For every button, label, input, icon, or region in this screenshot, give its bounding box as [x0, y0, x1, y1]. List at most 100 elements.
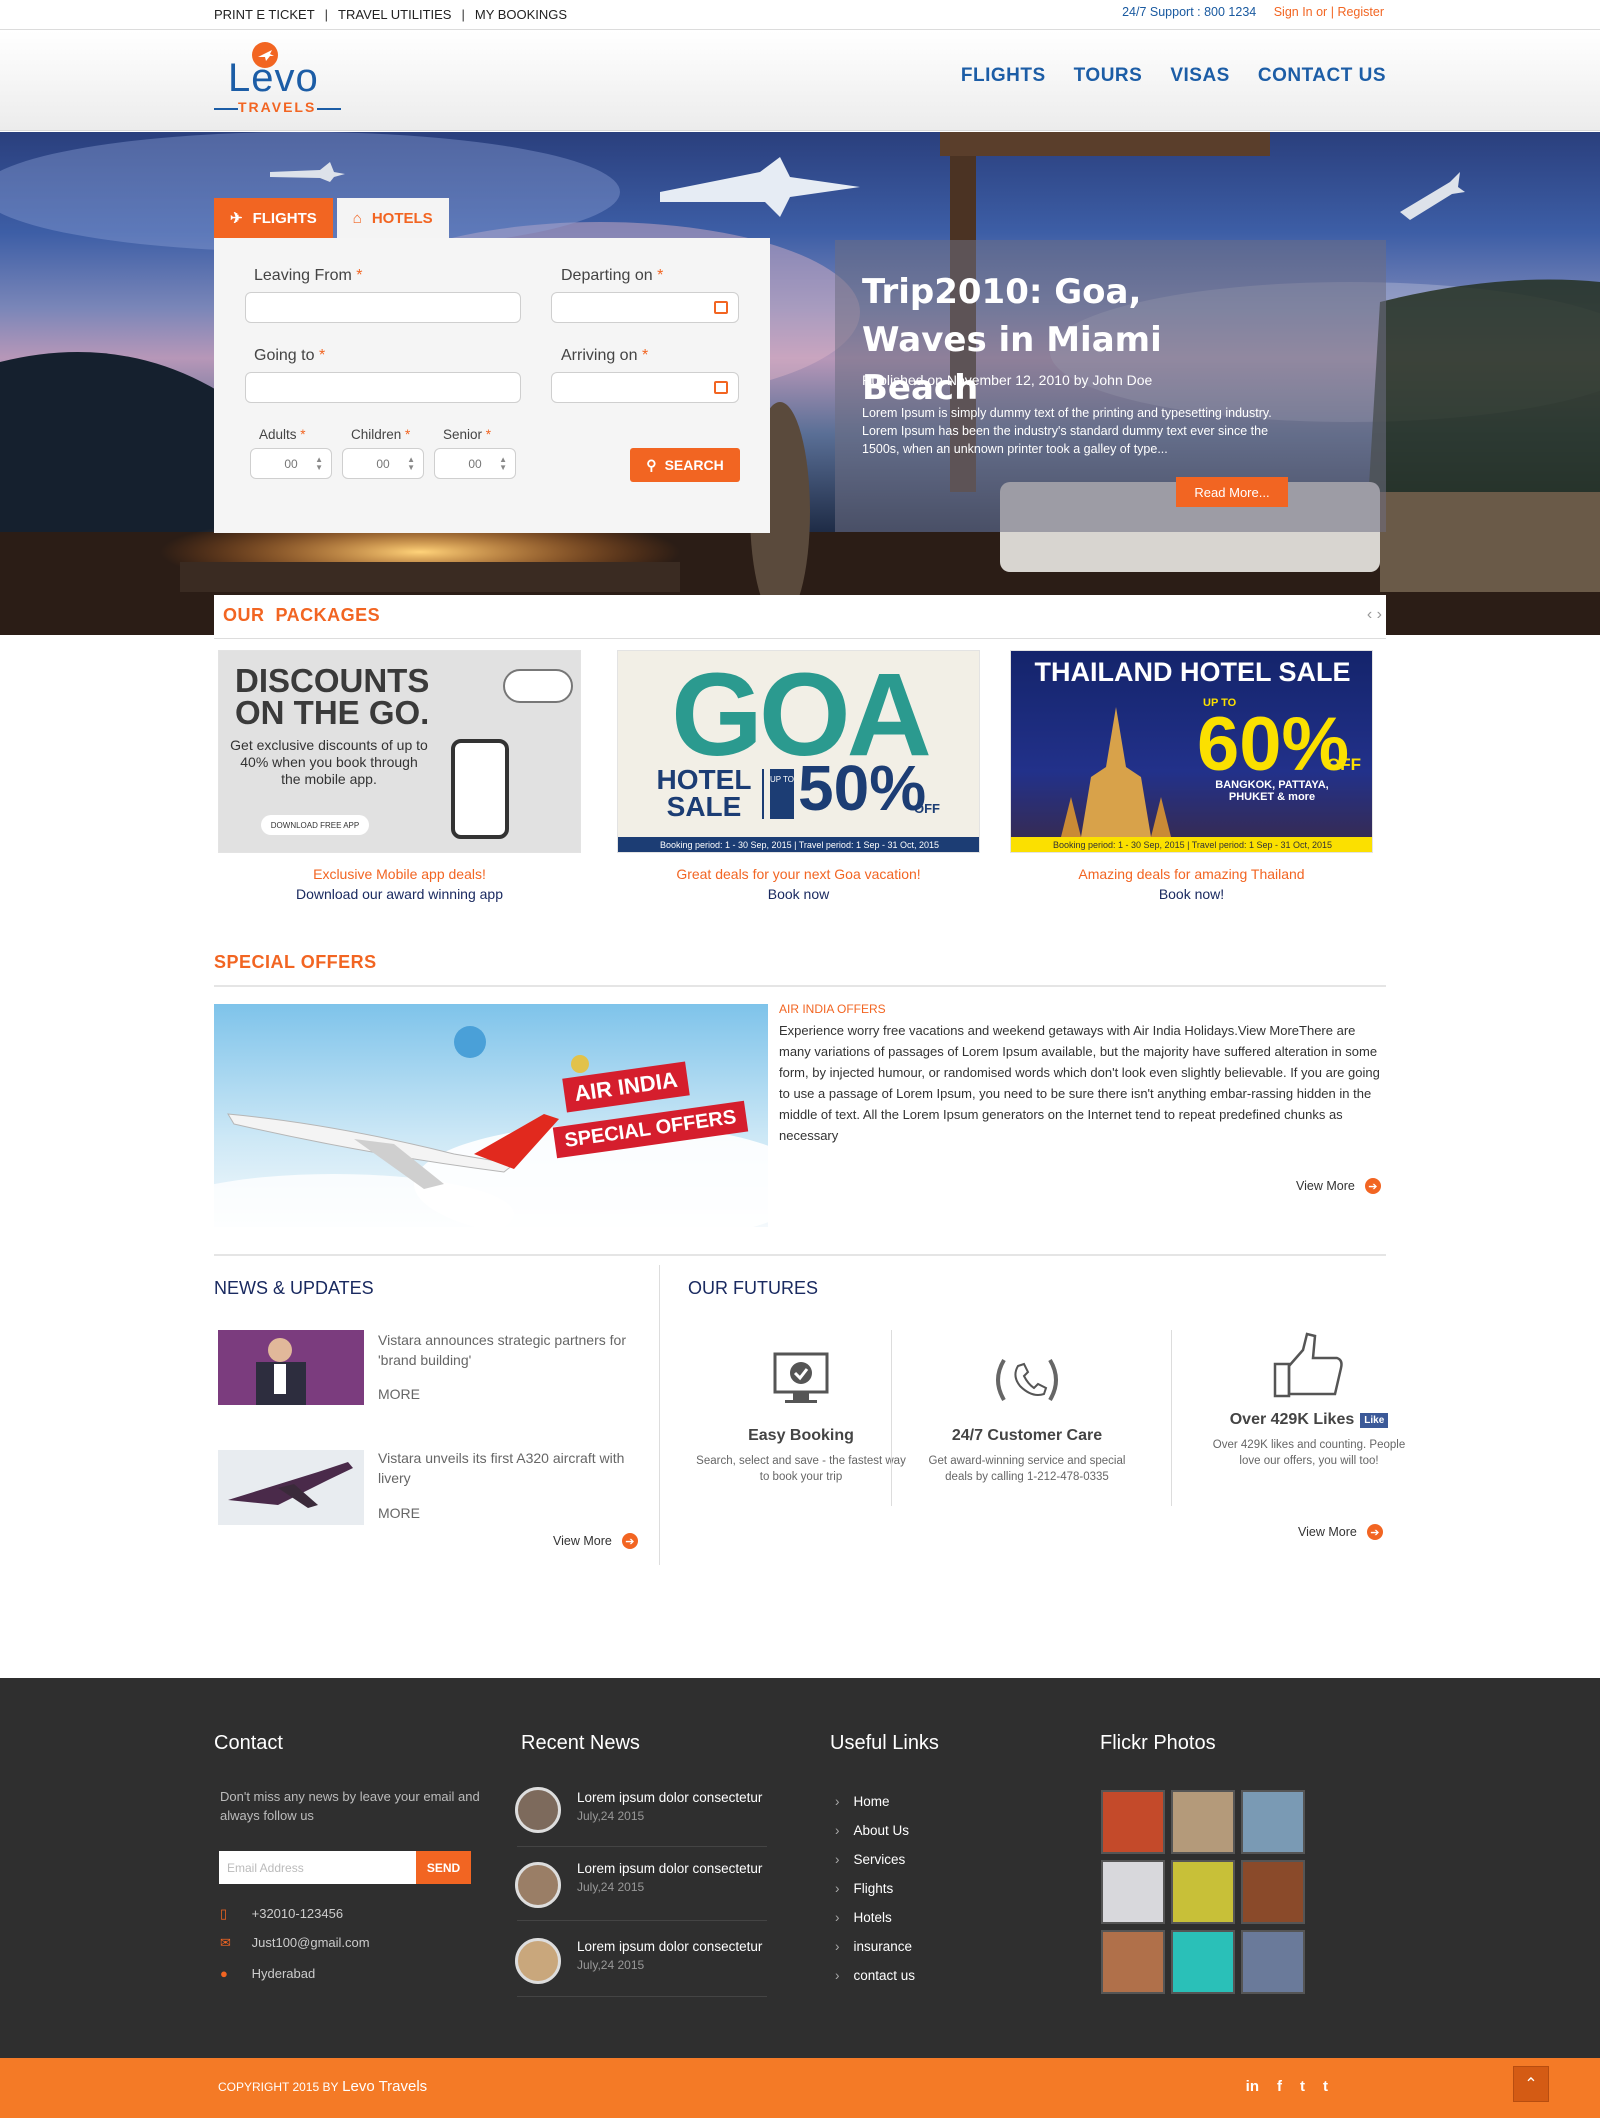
- carousel-arrows-icon[interactable]: ‹ ›: [1367, 606, 1382, 624]
- footer-link-insurance[interactable]: › insurance: [835, 1939, 912, 1954]
- departing-on-input[interactable]: [551, 292, 739, 323]
- adults-stepper[interactable]: 00 ▲ ▼: [250, 448, 332, 479]
- recent-news-title[interactable]: Lorem ipsum dolor consectetur: [577, 1790, 762, 1805]
- top-right: 24/7 Support : 800 1234 Sign In or | Reg…: [1122, 5, 1384, 19]
- package-link[interactable]: Book now: [617, 886, 980, 902]
- view-more-label: View More: [553, 1534, 612, 1548]
- footer-flickr-title: Flickr Photos: [1100, 1732, 1216, 1754]
- package-link[interactable]: Download our award winning app: [218, 886, 581, 902]
- calendar-icon[interactable]: [714, 381, 728, 394]
- feature-title: Over 429K Likes: [1229, 1411, 1355, 1428]
- arrow-right-icon: ➔: [1366, 1524, 1383, 1540]
- register-link[interactable]: Register: [1337, 5, 1384, 19]
- news-thumbnail[interactable]: [218, 1450, 364, 1525]
- flickr-photo[interactable]: [1101, 1860, 1165, 1924]
- package-card-goa[interactable]: GOA HOTEL SALE UP TO 50% OFF Booking per…: [617, 650, 980, 853]
- footer-link-flights[interactable]: › Flights: [835, 1881, 893, 1896]
- divider: [214, 985, 1386, 987]
- recent-news-date: July,24 2015: [577, 1880, 645, 1894]
- linkedin-icon[interactable]: in: [1246, 2078, 1259, 2095]
- footer-link-contact[interactable]: › contact us: [835, 1968, 915, 1983]
- twitter-icon[interactable]: t: [1300, 2078, 1305, 2095]
- facebook-icon[interactable]: f: [1277, 2078, 1282, 2095]
- calendar-icon[interactable]: [714, 301, 728, 314]
- feature-likes: Over 429K Likes Like Over 429K likes and…: [1170, 1330, 1448, 1506]
- footer-link-about[interactable]: › About Us: [835, 1823, 909, 1838]
- back-to-top-icon[interactable]: ⌃: [1513, 2066, 1549, 2102]
- news-item-text[interactable]: Vistara announces strategic partners for…: [378, 1330, 642, 1370]
- tab-hotels-label: HOTELS: [371, 209, 433, 227]
- temple-icon: [1061, 707, 1171, 837]
- flickr-photo[interactable]: [1101, 1930, 1165, 1994]
- flickr-photo[interactable]: [1171, 1860, 1235, 1924]
- flickr-photo[interactable]: [1241, 1860, 1305, 1924]
- map-pin-icon: ●: [220, 1966, 228, 1981]
- flickr-photo[interactable]: [1241, 1930, 1305, 1994]
- tab-hotels[interactable]: ⌂ HOTELS: [336, 198, 449, 238]
- footer-link-home[interactable]: › Home: [835, 1794, 890, 1809]
- nav-contact-us[interactable]: CONTACT US: [1258, 65, 1386, 87]
- children-stepper[interactable]: 00 ▲ ▼: [342, 448, 424, 479]
- news-thumbnail[interactable]: [218, 1330, 364, 1405]
- send-button[interactable]: SEND: [416, 1851, 471, 1884]
- leaving-from-label: Leaving From *: [254, 267, 363, 284]
- tumblr-icon[interactable]: t: [1323, 2078, 1328, 2095]
- read-more-button[interactable]: Read More...: [1176, 477, 1288, 507]
- footer-link-hotels[interactable]: › Hotels: [835, 1910, 892, 1925]
- separator: |: [324, 7, 329, 22]
- stepper-arrows-icon[interactable]: ▲ ▼: [315, 456, 323, 472]
- logo-text[interactable]: Levo: [228, 56, 319, 101]
- nav-flights[interactable]: FLIGHTS: [961, 65, 1046, 87]
- my-bookings-link[interactable]: MY BOOKINGS: [475, 7, 567, 22]
- facebook-like-button[interactable]: Like: [1360, 1412, 1389, 1428]
- futures-title: OUR FUTURES: [688, 1278, 818, 1298]
- leaving-from-input[interactable]: [245, 292, 521, 323]
- sign-in-link[interactable]: Sign In or: [1274, 5, 1328, 19]
- package-banner-text: Get exclusive discounts of up to 40% whe…: [230, 737, 428, 787]
- package-card-thailand[interactable]: THAILAND HOTEL SALE UP TO 60% OFF BANGKO…: [1010, 650, 1373, 853]
- special-offers-title: SPECIAL OFFERS: [214, 952, 377, 972]
- print-ticket-link[interactable]: PRINT E TICKET: [214, 7, 315, 22]
- nav-tours[interactable]: TOURS: [1074, 65, 1143, 87]
- column-divider: [659, 1265, 660, 1565]
- footer-link-services[interactable]: › Services: [835, 1852, 905, 1867]
- news-more-link[interactable]: MORE: [378, 1505, 420, 1521]
- phone-icon: [451, 739, 509, 839]
- footer-contact-text: Don't miss any news by leave your email …: [220, 1789, 480, 1823]
- package-card-mobile[interactable]: DISCOUNTS ON THE GO. Get exclusive disco…: [218, 650, 581, 853]
- going-to-input[interactable]: [245, 372, 521, 403]
- flickr-photo[interactable]: [1101, 1790, 1165, 1854]
- download-app-button[interactable]: DOWNLOAD FREE APP: [261, 815, 369, 835]
- stepper-arrows-icon[interactable]: ▲ ▼: [499, 456, 507, 472]
- promo-title[interactable]: Trip2010: Goa, Waves in Miami Beach: [862, 268, 1242, 412]
- stepper-arrows-icon[interactable]: ▲ ▼: [407, 456, 415, 472]
- futures-view-more-link[interactable]: View More ➔: [1298, 1524, 1383, 1540]
- news-item-text[interactable]: Vistara unveils its first A320 aircraft …: [378, 1448, 642, 1488]
- email-input[interactable]: Email Address: [219, 1851, 416, 1884]
- footer-contact-title: Contact: [214, 1732, 283, 1754]
- travel-utilities-link[interactable]: TRAVEL UTILITIES: [338, 7, 451, 22]
- arrow-right-icon: ➔: [1364, 1178, 1381, 1194]
- flickr-photo[interactable]: [1171, 1930, 1235, 1994]
- search-button[interactable]: ⚲ SEARCH: [630, 448, 740, 482]
- nav-visas[interactable]: VISAS: [1170, 65, 1230, 87]
- senior-label: Senior *: [443, 427, 492, 442]
- social-links: in f t t: [1246, 2078, 1328, 2095]
- recent-news-title[interactable]: Lorem ipsum dolor consectetur: [577, 1861, 762, 1876]
- flickr-photo[interactable]: [1171, 1790, 1235, 1854]
- promo-text: Lorem Ipsum is simply dummy text of the …: [862, 406, 1272, 456]
- tab-flights[interactable]: ✈ FLIGHTS: [214, 198, 333, 238]
- view-more-link[interactable]: View More ➔: [1296, 1178, 1381, 1194]
- feature-text: Search, select and save - the fastest wa…: [696, 1455, 906, 1483]
- arriving-on-input[interactable]: [551, 372, 739, 403]
- news-view-more-link[interactable]: View More ➔: [553, 1533, 638, 1549]
- package-link[interactable]: Book now!: [1010, 886, 1373, 902]
- flickr-photo[interactable]: [1241, 1790, 1305, 1854]
- air-india-image[interactable]: AIR INDIA SPECIAL OFFERS: [214, 1004, 768, 1227]
- senior-stepper[interactable]: 00 ▲ ▼: [434, 448, 516, 479]
- divider: [214, 1254, 1386, 1256]
- recent-news-title[interactable]: Lorem ipsum dolor consectetur: [577, 1939, 762, 1954]
- feature-text: Get award-winning service and special de…: [928, 1455, 1126, 1483]
- thumbs-up-icon: [1273, 1332, 1343, 1398]
- news-more-link[interactable]: MORE: [378, 1386, 420, 1402]
